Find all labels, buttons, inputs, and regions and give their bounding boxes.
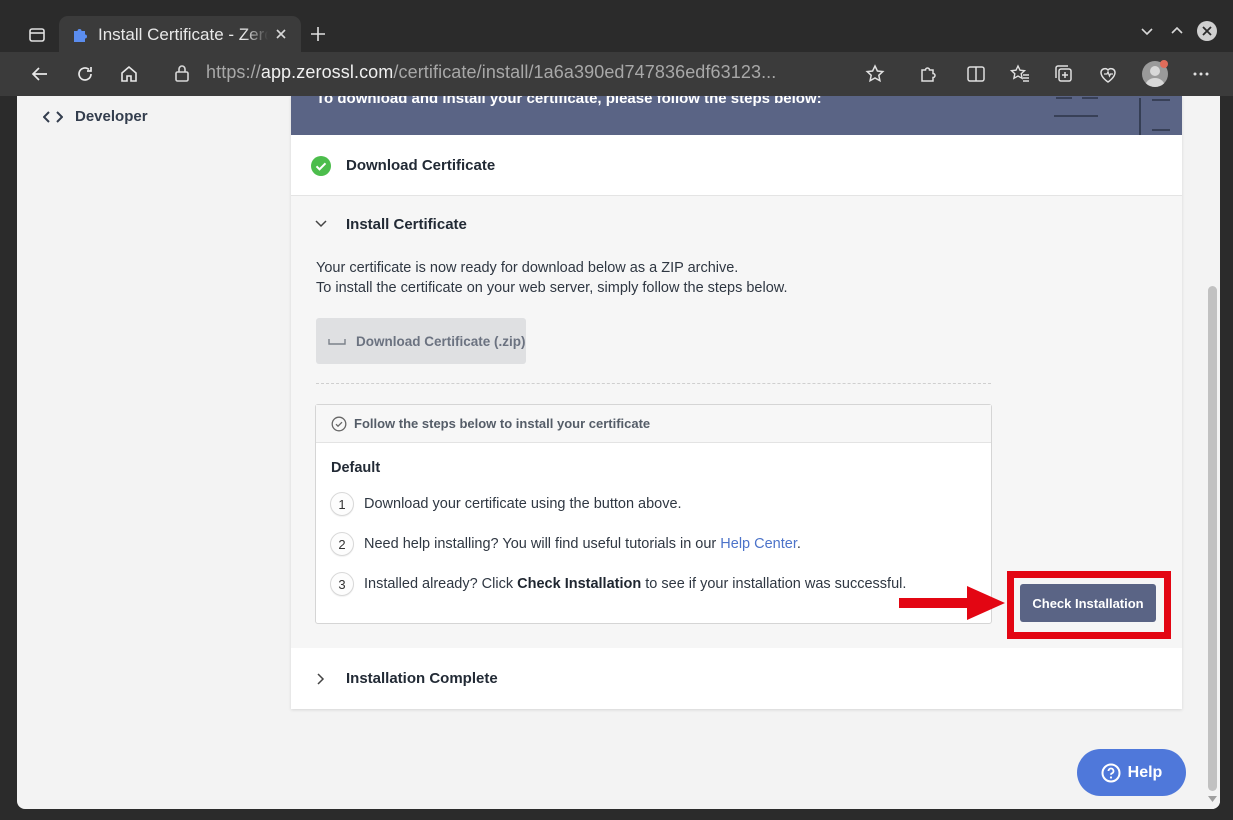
extensions-icon[interactable]	[917, 63, 939, 85]
description-line: Your certificate is now ready for downlo…	[316, 260, 739, 276]
tab-title: Install Certificate - ZeroSSL	[98, 25, 268, 44]
more-options-icon[interactable]	[1190, 63, 1212, 85]
instructions-header: Follow the steps below to install your c…	[316, 405, 991, 443]
step-title: Install Certificate	[346, 215, 467, 233]
server-type-label: Default	[331, 460, 381, 476]
collections-icon[interactable]	[1053, 63, 1075, 85]
dashed-divider	[316, 383, 991, 384]
refresh-icon[interactable]	[75, 64, 95, 84]
instructions-box: Follow the steps below to install your c…	[315, 404, 992, 624]
step-installation-complete[interactable]: Installation Complete	[291, 648, 1182, 709]
browser-toolbar: https://app.zerossl.com/certificate/inst…	[0, 52, 1233, 96]
step-title: Download Certificate	[346, 157, 496, 174]
install-card: To download and install your certificate…	[291, 96, 1182, 709]
chevron-down-icon	[311, 214, 331, 234]
window-close-icon[interactable]	[1196, 20, 1218, 42]
back-arrow-icon[interactable]	[30, 64, 50, 84]
page-viewport: Developer To download and install your c…	[17, 96, 1220, 809]
download-certificate-zip-button[interactable]: Download Certificate (.zip)	[316, 318, 526, 364]
step-text-part: to see if your installation was successf…	[641, 576, 907, 592]
notification-dot	[1160, 60, 1168, 68]
instruction-step-2: 2 Need help installing? You will find us…	[330, 532, 801, 556]
question-circle-icon	[1101, 763, 1121, 782]
step-download-certificate[interactable]: Download Certificate	[291, 135, 1182, 196]
chevron-up-icon[interactable]	[1168, 22, 1186, 40]
instruction-step-1: 1 Download your certificate using the bu…	[330, 492, 682, 516]
step-number: 2	[330, 532, 354, 556]
step-text-part: Installed already? Click	[364, 576, 518, 592]
scroll-down-arrow-icon[interactable]	[1208, 796, 1217, 802]
description-line: To install the certificate on your web s…	[316, 280, 788, 296]
scrollbar-thumb[interactable]	[1208, 286, 1217, 791]
sidebar-item-label: Developer	[75, 108, 148, 125]
tab-actions-icon[interactable]	[24, 22, 50, 48]
check-circle-icon	[311, 155, 331, 176]
help-label: Help	[1127, 763, 1163, 781]
step-text: Need help installing? You will find usef…	[364, 536, 801, 552]
browser-essentials-icon[interactable]	[1097, 63, 1119, 85]
step-install-certificate[interactable]: Install Certificate	[311, 214, 467, 234]
close-tab-icon[interactable]	[273, 26, 289, 42]
step-text-part: .	[796, 536, 801, 552]
favorite-star-icon[interactable]	[864, 63, 886, 85]
lock-icon[interactable]	[174, 63, 190, 83]
new-tab-icon[interactable]	[308, 24, 328, 44]
favorites-icon[interactable]	[1009, 63, 1031, 85]
banner-text: To download and install your certificate…	[316, 96, 822, 107]
step-text-part: Need help installing? You will find usef…	[364, 536, 721, 552]
install-description: Your certificate is now ready for downlo…	[316, 258, 787, 298]
red-arrow-annotation	[899, 586, 1005, 620]
address-bar[interactable]: https://app.zerossl.com/certificate/inst…	[206, 62, 776, 83]
puzzle-favicon-icon	[74, 29, 87, 42]
url-host: app.zerossl.com	[260, 62, 394, 82]
url-path: /certificate/install/1a6a390ed747836edf6…	[393, 62, 777, 82]
browser-tab[interactable]: Install Certificate - ZeroSSL	[59, 16, 301, 54]
step-text: Download your certificate using the butt…	[364, 496, 682, 512]
instruction-step-3: 3 Installed already? Click Check Install…	[330, 572, 906, 596]
chevron-right-icon	[311, 669, 331, 689]
help-button[interactable]: Help	[1077, 749, 1186, 796]
step-text-bold: Check Installation	[517, 576, 642, 592]
check-circle-outline-icon	[331, 416, 347, 431]
chevron-down-icon[interactable]	[1138, 22, 1156, 40]
step-text: Installed already? Click Check Installat…	[364, 576, 906, 592]
split-screen-icon[interactable]	[965, 63, 987, 85]
sidebar-item-developer[interactable]: Developer	[43, 108, 148, 125]
step-title: Installation Complete	[346, 670, 498, 687]
download-tray-icon	[328, 339, 346, 345]
home-icon[interactable]	[119, 64, 139, 84]
button-label: Download Certificate (.zip)	[356, 333, 526, 349]
step-number: 1	[330, 492, 354, 516]
instructions-banner: To download and install your certificate…	[291, 96, 1182, 135]
browser-tab-bar: Install Certificate - ZeroSSL	[0, 0, 1233, 54]
code-brackets-icon	[43, 110, 63, 123]
step-number: 3	[330, 572, 354, 596]
help-center-link[interactable]: Help Center	[720, 536, 797, 552]
banner-decoration	[1054, 97, 1170, 135]
check-installation-button[interactable]: Check Installation	[1020, 584, 1156, 622]
url-scheme: https://	[206, 62, 261, 82]
divider	[291, 195, 1182, 196]
instructions-header-text: Follow the steps below to install your c…	[354, 416, 651, 431]
